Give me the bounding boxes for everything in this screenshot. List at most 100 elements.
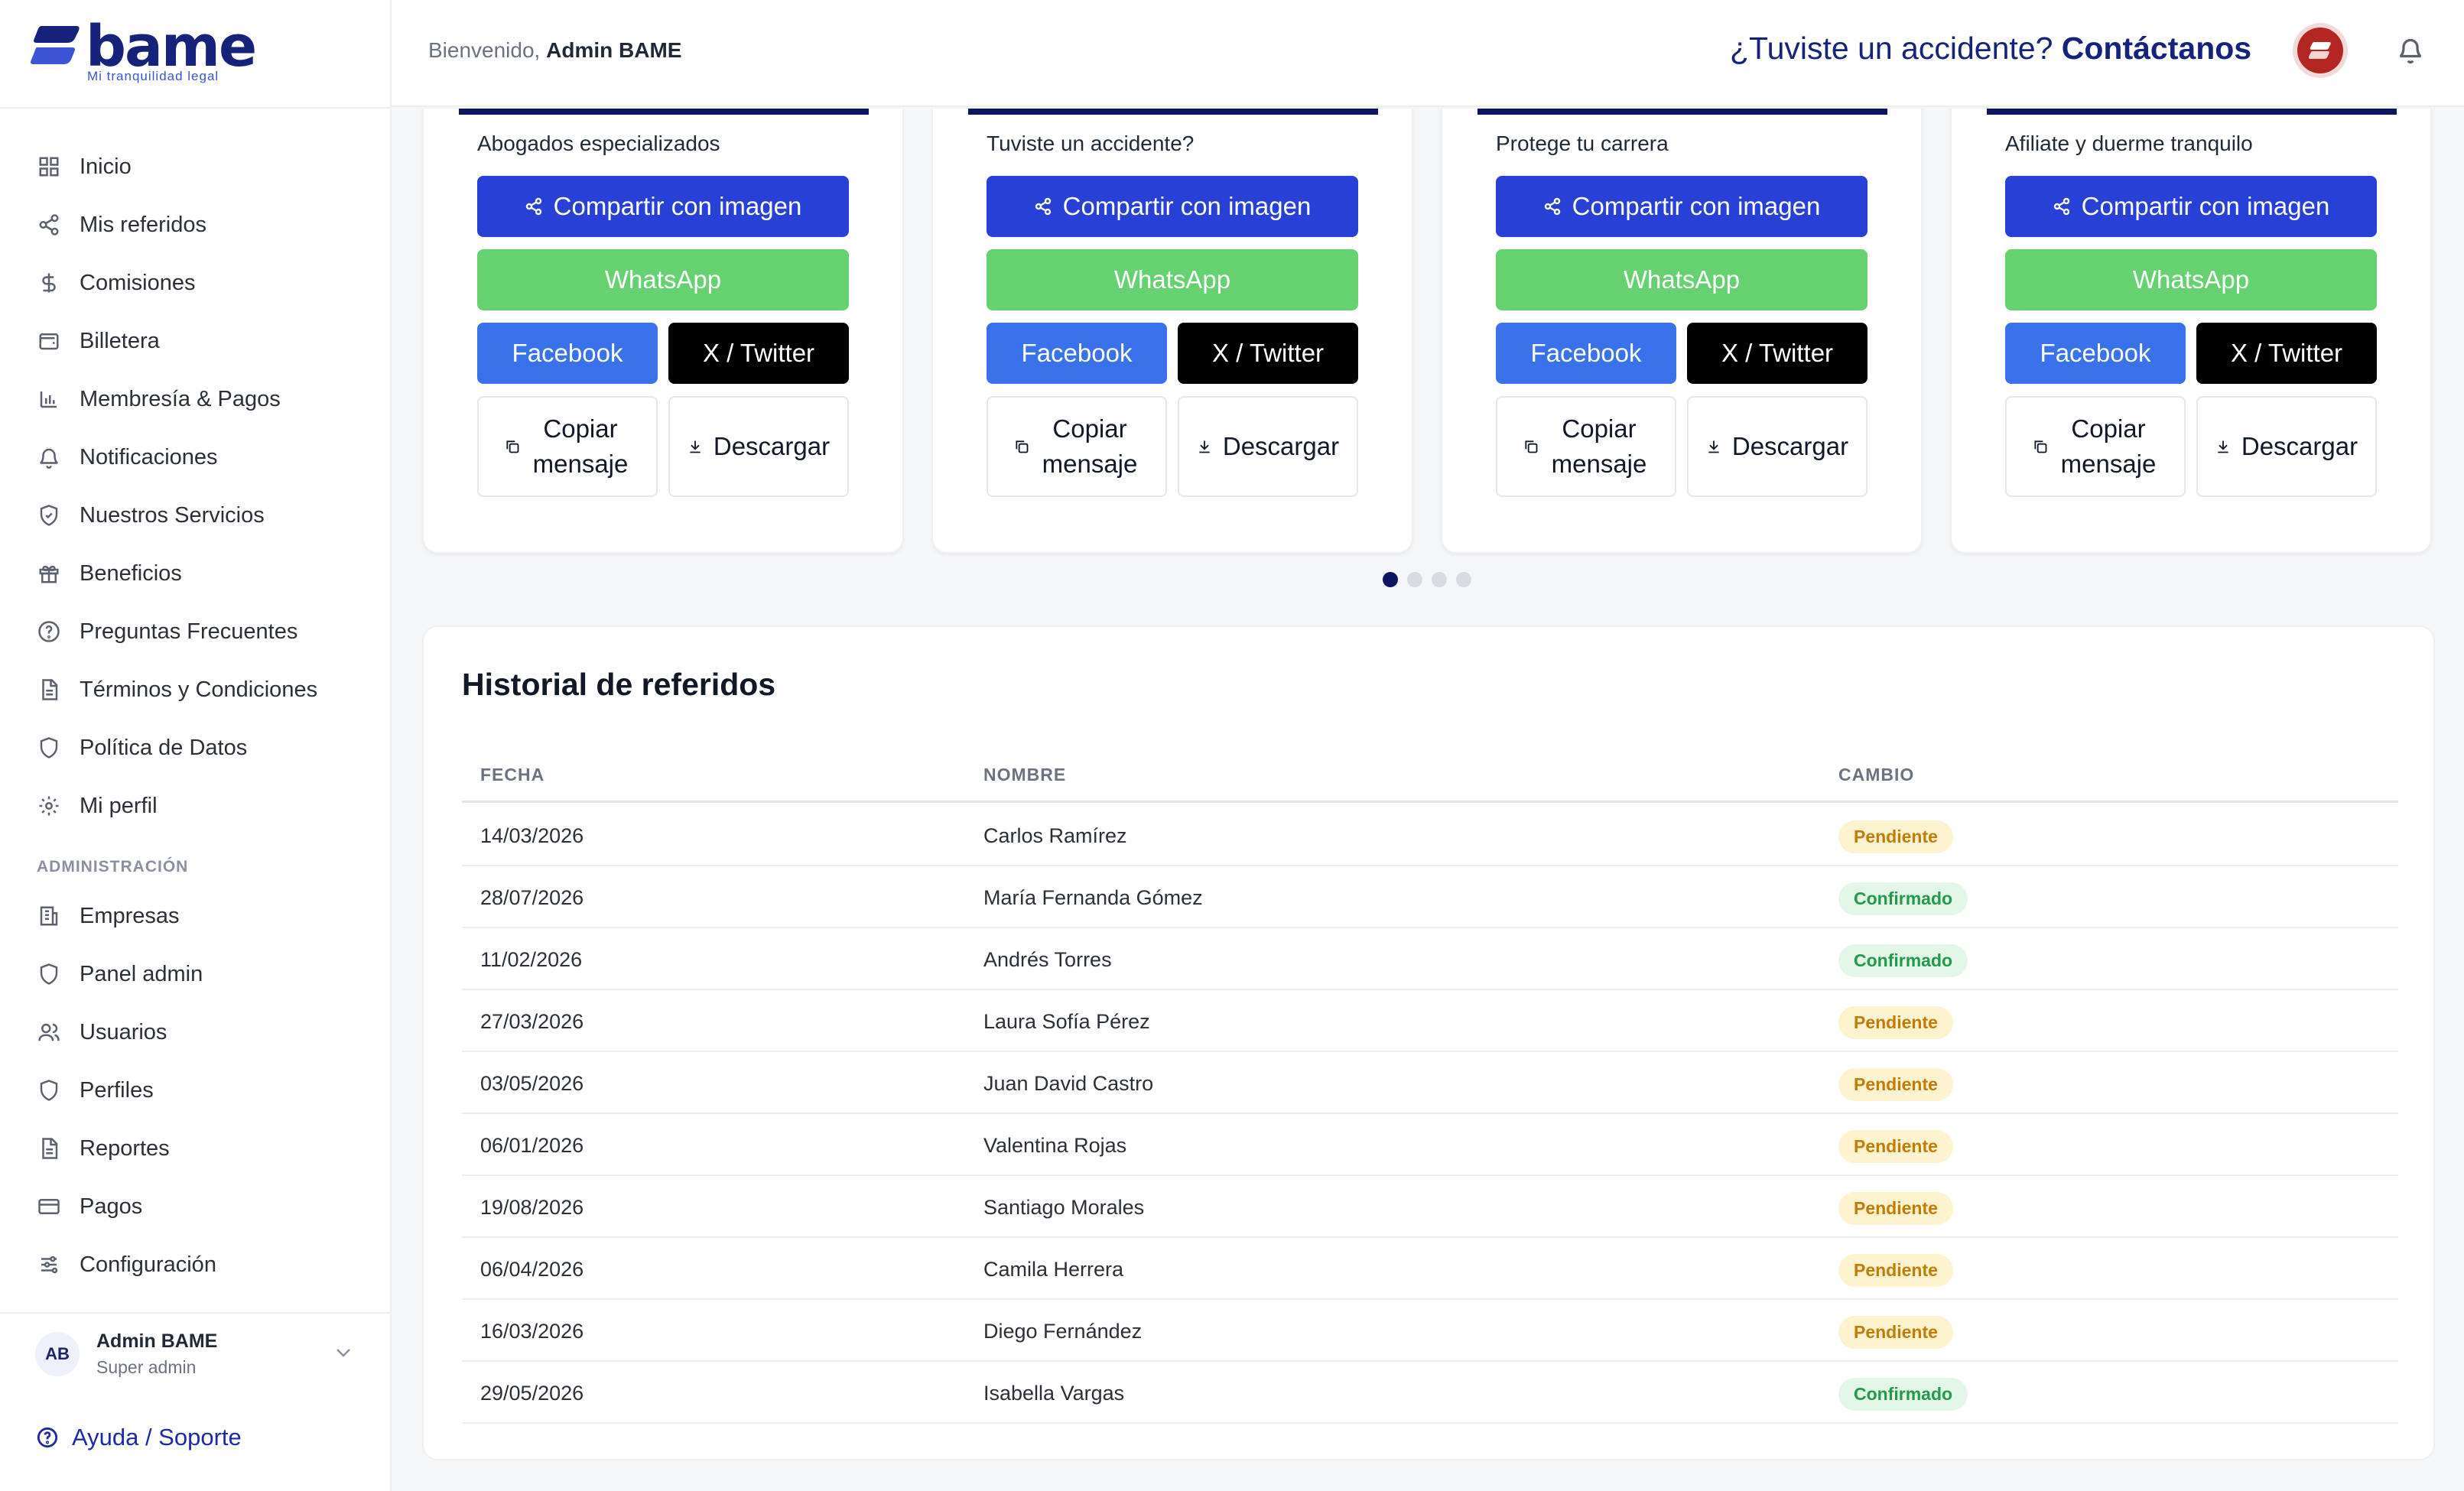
contact-badge-icon[interactable]	[2297, 28, 2343, 73]
cell-date: 16/03/2026	[480, 1320, 584, 1343]
copy-message-button[interactable]: Copiar mensaje	[987, 396, 1167, 497]
share-with-image-button[interactable]: Compartir con imagen	[987, 176, 1358, 237]
facebook-button[interactable]: Facebook	[477, 323, 658, 384]
carousel-dot[interactable]	[1383, 572, 1398, 587]
sidebar-item-notificaciones[interactable]: Notificaciones	[0, 428, 390, 486]
sidebar-item-mi-perfil[interactable]: Mi perfil	[0, 777, 390, 835]
copy-message-button[interactable]: Copiar mensaje	[477, 396, 658, 497]
sidebar-item-label: Términos y Condiciones	[80, 677, 318, 702]
download-icon	[1708, 440, 1719, 453]
sidebar-nav: Inicio Mis referidos Comisiones Billetera Me…	[0, 138, 390, 1294]
facebook-button[interactable]: Facebook	[2005, 323, 2186, 384]
sidebar-item-inicio[interactable]: Inicio	[0, 138, 390, 196]
carousel-dot[interactable]	[1407, 572, 1422, 587]
status-badge: Confirmado	[1838, 1378, 1968, 1411]
sidebar-item-label: Empresas	[80, 903, 180, 928]
help-label: Ayuda / Soporte	[72, 1424, 242, 1450]
whatsapp-button[interactable]: WhatsApp	[1496, 249, 1868, 310]
sidebar-item-label: Configuración	[80, 1252, 216, 1277]
twitter-button[interactable]: X / Twitter	[668, 323, 849, 384]
welcome-user-name: Admin BAME	[546, 38, 682, 62]
share-with-image-button[interactable]: Compartir con imagen	[477, 176, 849, 237]
twitter-button[interactable]: X / Twitter	[1687, 323, 1868, 384]
status-badge: Pendiente	[1838, 820, 1953, 853]
sidebar-item-label: Preguntas Frecuentes	[80, 619, 298, 644]
accident-contact[interactable]: ¿Tuviste un accidente? Contáctanos	[1730, 31, 2251, 67]
twitter-button[interactable]: X / Twitter	[1178, 323, 1358, 384]
contact-link[interactable]: Contáctanos	[2062, 31, 2251, 66]
help-circle-icon	[37, 619, 61, 644]
help-support-link[interactable]: Ayuda / Soporte	[37, 1424, 242, 1451]
cell-name: Diego Fernández	[983, 1320, 1143, 1343]
notifications-bell-icon[interactable]	[2397, 35, 2424, 70]
sidebar-item-mis-referidos[interactable]: Mis referidos	[0, 196, 390, 254]
download-button[interactable]: Descargar	[1687, 396, 1868, 497]
download-button[interactable]: Descargar	[668, 396, 849, 497]
top-header: Bienvenido, Admin BAME ¿Tuviste un accid…	[392, 0, 2464, 107]
sidebar-item-billetera[interactable]: Billetera	[0, 312, 390, 370]
document-icon	[37, 1136, 61, 1161]
share-with-image-button[interactable]: Compartir con imagen	[1496, 176, 1868, 237]
carousel-dot[interactable]	[1456, 572, 1471, 587]
download-label: Descargar	[713, 431, 831, 460]
card-accent-bar	[968, 109, 1378, 115]
share-icon	[1035, 197, 1051, 216]
logo-mark-icon	[2309, 42, 2331, 59]
status-badge: Pendiente	[1838, 1316, 1953, 1349]
user-menu[interactable]: AB Admin BAME Super admin	[0, 1312, 390, 1395]
sidebar-item-membresia-pagos[interactable]: Membresía & Pagos	[0, 370, 390, 428]
sidebar-item-panel-admin[interactable]: Panel admin	[0, 945, 390, 1003]
table-row: 27/03/2026 Laura Sofía Pérez Pendiente	[462, 990, 2398, 1052]
status-badge: Pendiente	[1838, 1130, 1953, 1163]
whatsapp-button[interactable]: WhatsApp	[987, 249, 1358, 310]
twitter-button[interactable]: X / Twitter	[2196, 323, 2377, 384]
copy-message-button[interactable]: Copiar mensaje	[1496, 396, 1676, 497]
whatsapp-button[interactable]: WhatsApp	[2005, 249, 2377, 310]
brand-tagline: Mi tranquilidad legal	[87, 69, 219, 83]
sidebar-item-empresas[interactable]: Empresas	[0, 887, 390, 945]
sidebar-item-label: Billetera	[80, 328, 160, 353]
user-role: Super admin	[96, 1357, 197, 1377]
sidebar-item-politica-de-datos[interactable]: Política de Datos	[0, 719, 390, 777]
download-icon	[2218, 440, 2228, 453]
download-button[interactable]: Descargar	[1178, 396, 1358, 497]
bar-chart-icon	[37, 387, 61, 411]
sidebar-item-terminos-y-condiciones[interactable]: Términos y Condiciones	[0, 661, 390, 719]
facebook-button[interactable]: Facebook	[987, 323, 1167, 384]
sidebar-item-configuracion[interactable]: Configuración	[0, 1236, 390, 1294]
sidebar-item-comisiones[interactable]: Comisiones	[0, 254, 390, 312]
cell-status: Confirmado	[1838, 1378, 1968, 1411]
sidebar: bame Mi tranquilidad legal Inicio Mis ref…	[0, 0, 392, 1491]
logo[interactable]: bame Mi tranquilidad legal	[0, 0, 390, 109]
grid-icon	[37, 154, 61, 179]
copy-message-button[interactable]: Copiar mensaje	[2005, 396, 2186, 497]
sidebar-item-usuarios[interactable]: Usuarios	[0, 1003, 390, 1061]
share-with-image-label: Compartir con imagen	[2081, 191, 2330, 220]
share-card-title: Tuviste un accidente?	[987, 132, 1195, 155]
sidebar-item-pagos[interactable]: Pagos	[0, 1178, 390, 1236]
download-label: Descargar	[1731, 431, 1849, 460]
share-with-image-button[interactable]: Compartir con imagen	[2005, 176, 2377, 237]
sidebar-item-beneficios[interactable]: Beneficios	[0, 544, 390, 603]
cell-date: 11/02/2026	[480, 948, 583, 971]
chevron-down-icon[interactable]	[335, 1347, 352, 1358]
facebook-button[interactable]: Facebook	[1496, 323, 1676, 384]
sidebar-item-nuestros-servicios[interactable]: Nuestros Servicios	[0, 486, 390, 544]
share-with-image-label: Compartir con imagen	[1062, 191, 1312, 220]
sidebar-item-perfiles[interactable]: Perfiles	[0, 1061, 390, 1119]
accident-question: ¿Tuviste un accidente?	[1730, 31, 2053, 66]
carousel-dot[interactable]	[1432, 572, 1447, 587]
download-button[interactable]: Descargar	[2196, 396, 2377, 497]
sidebar-item-preguntas-frecuentes[interactable]: Preguntas Frecuentes	[0, 603, 390, 661]
status-badge: Pendiente	[1838, 1006, 1953, 1039]
table-row: 19/08/2026 Santiago Morales Pendiente	[462, 1176, 2398, 1238]
cell-status: Pendiente	[1838, 1130, 1953, 1163]
referrals-title: Historial de referidos	[462, 667, 776, 702]
logo-mark-icon	[31, 26, 80, 64]
whatsapp-button[interactable]: WhatsApp	[477, 249, 849, 310]
building-icon	[37, 904, 61, 928]
cell-date: 06/01/2026	[480, 1134, 584, 1157]
sidebar-item-reportes[interactable]: Reportes	[0, 1119, 390, 1178]
sidebar-item-label: Panel admin	[80, 961, 203, 986]
cell-name: Santiago Morales	[983, 1196, 1145, 1219]
